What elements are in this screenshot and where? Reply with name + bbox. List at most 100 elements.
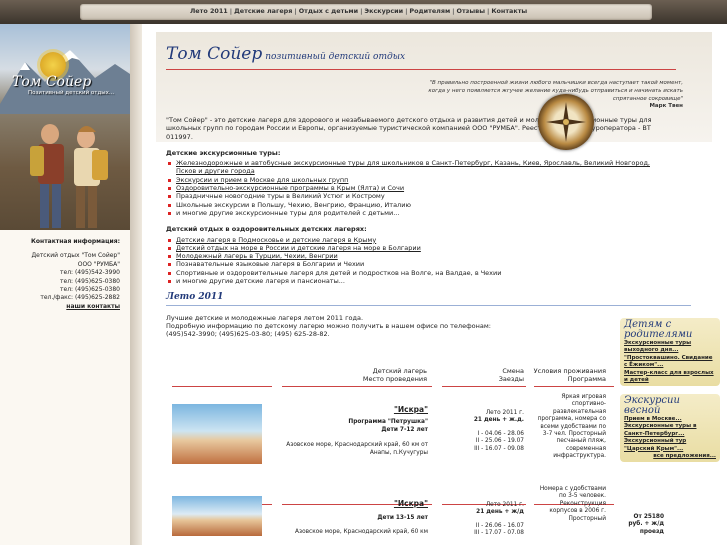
contacts-link[interactable]: наши контакты <box>0 303 120 311</box>
camp-link[interactable]: Детский отдых на море в России и детские… <box>166 244 666 252</box>
shift-date: II - 25.06 - 19.07 <box>475 438 524 445</box>
shift-date: II - 26.06 - 16.07 <box>475 522 524 529</box>
sidebar-box: Экскурсии весной Прием в Москве... Экску… <box>620 394 720 463</box>
contact-line: тел: (495)542-3990 <box>60 269 120 277</box>
shift-cell: Лето 2011 г. 21 день + ж.д. I - 04.06 - … <box>462 410 524 453</box>
contact-line: тел./факс: (495)625-2882 <box>40 294 120 302</box>
paper-edge <box>130 24 142 545</box>
nav-separator: | <box>405 7 408 15</box>
nav-separator: | <box>360 7 363 15</box>
nav-list: Лето 2011 | Детские лагеря | Отдых с детьми |… <box>190 7 527 15</box>
logo-title: Том Сойер <box>12 74 92 90</box>
shift-date: I - 04.06 - 28.06 <box>477 430 524 437</box>
camp-name-link[interactable]: "Искра" <box>282 500 428 508</box>
summer-text: Лучшие детские и молодежные лагеря летом… <box>166 313 364 322</box>
sidebar-link[interactable]: Экскурсионный тур "Царский Крым"... <box>624 438 716 453</box>
logo-subtitle: Позитивный детский отдых... <box>28 90 115 96</box>
camps-list: Детские лагеря в Подмосковье и детские л… <box>166 236 666 286</box>
tour-link[interactable]: Экскурсии и прием в Москве для школьных … <box>166 176 666 184</box>
camp-photo[interactable] <box>172 496 262 536</box>
sidebar-spring: Экскурсии весной Прием в Москве... Экску… <box>620 394 720 463</box>
nav-separator: | <box>486 7 490 15</box>
duration: 21 день + ж/д <box>476 509 524 516</box>
summer-heading: Лето 2011 <box>166 292 224 303</box>
season: Лето 2011 г. <box>485 410 524 416</box>
title-divider <box>166 69 676 70</box>
site-brand: Том Сойер позитивный детский отдых <box>166 44 405 64</box>
table-row: "Искра" Программа "Петрушка" Дети 7-12 л… <box>282 406 428 457</box>
sidebar-link[interactable]: Экскурсионные туры выходного дня... <box>624 340 716 355</box>
price-cell: От 25180 руб. + ж/д проезд <box>628 514 664 535</box>
site-title: Том Сойер <box>166 44 263 64</box>
tours-list: Железнодорожные и автобусные экскурсионн… <box>166 159 666 217</box>
nav-item[interactable]: Экскурсии <box>364 7 403 15</box>
season: Лето 2011 г. <box>485 502 524 508</box>
table-rule <box>172 386 272 387</box>
contact-line: Детский отдых "Том Сойер" <box>31 252 120 260</box>
nav-item[interactable]: Лето 2011 <box>190 7 228 15</box>
camp-link[interactable]: Познавательные языковые лагеря в Болгари… <box>166 260 666 268</box>
col-header-cond-line: Программа <box>567 375 606 383</box>
duration: 21 день + ж.д. <box>473 417 524 424</box>
site-tagline: позитивный детский отдых <box>265 52 406 62</box>
camp-link[interactable]: Спортивные и оздоровительные лагеря для … <box>166 269 666 277</box>
table-rule <box>534 386 614 387</box>
main-content: Том Сойер позитивный детский отдых "В пра… <box>142 24 727 545</box>
compass-icon <box>538 94 594 150</box>
summer-text: (495)542-3990; (495)625-03-80; (495) 625… <box>166 330 330 339</box>
camp-link[interactable]: Молодежный лагерь в Турции, Чехии, Венгр… <box>166 252 666 260</box>
tour-link[interactable]: и многие другие экскурсионные туры для р… <box>166 209 666 217</box>
sidebar-link[interactable]: Мастер-класс для взрослых и детей <box>624 370 716 385</box>
nav-item[interactable]: Контакты <box>491 7 527 15</box>
col-header-camp-line: Детский лагерь <box>372 367 427 375</box>
camp-link[interactable]: и многие другие детские лагеря и пансион… <box>166 277 666 285</box>
sidebar-parents-title: Детям с родителями <box>624 319 693 340</box>
sidebar-link[interactable]: Экскурсионные туры в Санкт-Петербург... <box>624 423 716 438</box>
sidebar-all-link[interactable]: все предложения... <box>624 453 716 460</box>
contact-heading: Контактная информация: <box>31 238 120 245</box>
sidebar-link[interactable]: "Простоквашино. Свидание с Ёжиком"... <box>624 355 716 370</box>
camp-name-link[interactable]: "Искра" <box>282 406 428 414</box>
table-row: "Искра" Дети 13-15 лет Азовское море, Кр… <box>282 500 428 536</box>
tours-heading: Детские экскурсионные туры: <box>166 148 281 157</box>
sidebar-parents: Детям с родителями Экскурсионные туры вы… <box>620 318 720 387</box>
contact-line: тел: (495)625-0380 <box>60 286 120 294</box>
camp-program: Программа "Петрушка" <box>348 419 428 426</box>
nav-separator: | <box>452 7 455 15</box>
nav-separator: | <box>294 7 297 15</box>
nav-item[interactable]: Родителям <box>409 7 450 15</box>
col-header-cond-line: Условия проживания <box>533 367 606 375</box>
sidebar-box: Детям с родителями Экскурсионные туры вы… <box>620 318 720 387</box>
top-bar: Лето 2011 | Детские лагеря | Отдых с детьми |… <box>0 0 727 24</box>
sidebar-link[interactable]: Прием в Москве... <box>624 416 716 423</box>
camp-link[interactable]: Детские лагеря в Подмосковье и детские л… <box>166 236 666 244</box>
nav-item[interactable]: Отзывы <box>457 7 485 15</box>
tour-link[interactable]: Оздоровительно-экскурсионные программы в… <box>166 184 666 192</box>
nav-item[interactable]: Детские лагеря <box>234 7 292 15</box>
camp-ages: Дети 7-12 лет <box>381 426 428 433</box>
sidebar-spring-links: Прием в Москве... Экскурсионные туры в С… <box>624 416 716 460</box>
camps-heading: Детский отдых в оздоровительных детских … <box>166 225 367 234</box>
tour-link[interactable]: Школьные экскурсии в Польшу, Чехию, Венг… <box>166 201 666 209</box>
summer-divider <box>166 304 691 306</box>
kids-hikers-image <box>30 124 108 228</box>
nav-item[interactable]: Отдых с детьми <box>299 7 358 15</box>
summer-text: Подробную информацию по детскому лагерю … <box>166 321 491 330</box>
shift-date: III - 16.07 - 09.08 <box>474 445 524 452</box>
sidebar-parents-links: Экскурсионные туры выходного дня... "Про… <box>624 340 716 384</box>
col-header-camp: Детский лагерь Место проведения <box>302 367 427 383</box>
main-nav: Лето 2011 | Детские лагеря | Отдых с детьми |… <box>80 4 652 20</box>
conditions-cell: Номера с удобствами по 3-5 человек. Реко… <box>539 486 606 522</box>
camp-ages: Дети 13-15 лет <box>377 515 428 522</box>
camp-place: Азовское море, Краснодарский край, 60 км… <box>286 442 428 456</box>
col-header-conditions: Условия проживания Программа <box>532 367 606 383</box>
tour-link[interactable]: Железнодорожные и автобусные экскурсионн… <box>166 159 666 176</box>
col-header-camp-line: Место проведения <box>362 375 427 383</box>
left-column: Том Сойер Позитивный детский отдых... Ко… <box>0 24 130 545</box>
col-header-shift-line: Заезды <box>498 375 524 383</box>
nav-separator: | <box>229 7 233 15</box>
contact-line: ООО "РУМБА" <box>77 260 120 268</box>
tour-link[interactable]: Праздничные новогодние туры в Великий Ус… <box>166 192 666 200</box>
camp-photo[interactable] <box>172 404 262 464</box>
table-rule <box>282 386 432 387</box>
